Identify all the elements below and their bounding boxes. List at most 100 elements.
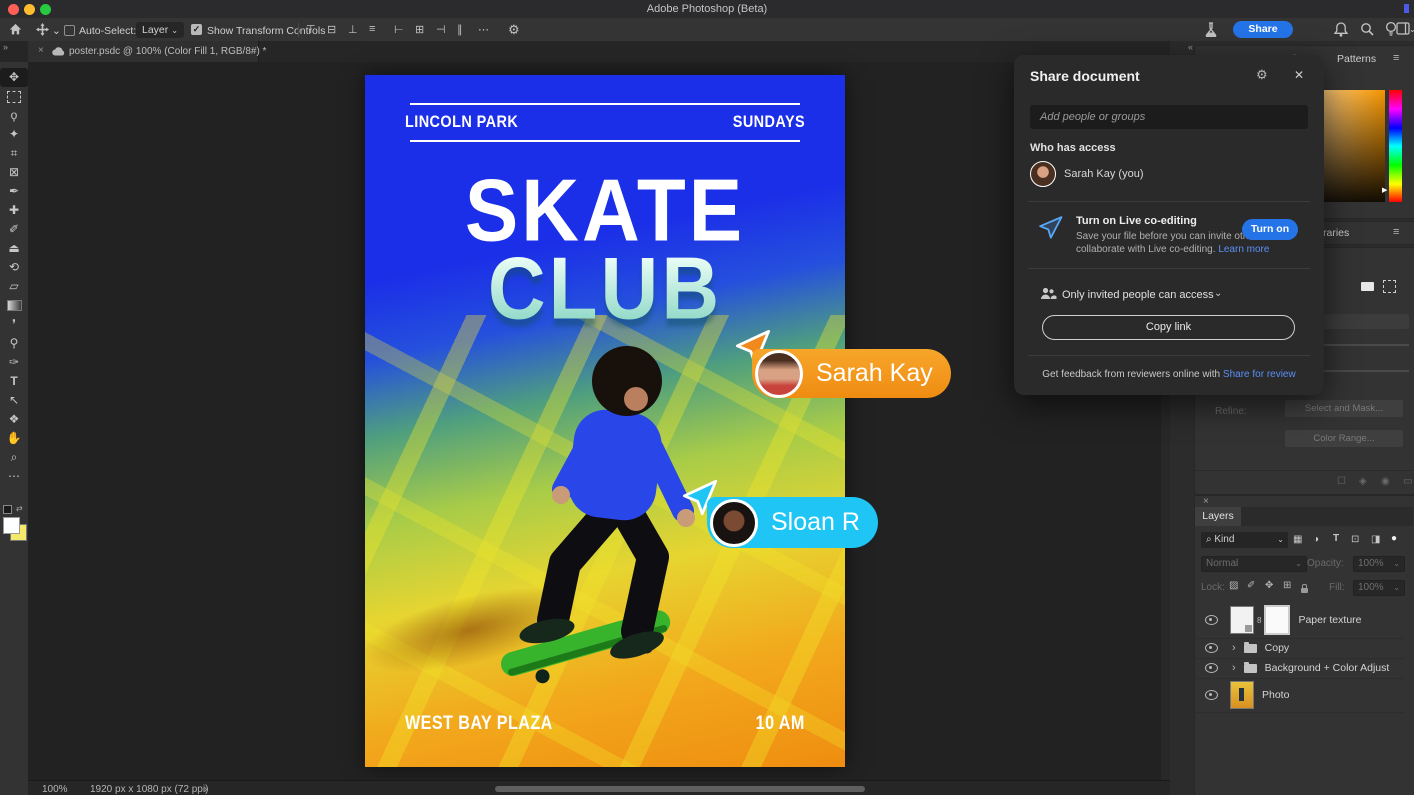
align-top-edges-icon[interactable]: ⊤ [306, 23, 316, 36]
mask-thumbnail[interactable] [1264, 605, 1291, 635]
layer-row-paper-texture[interactable]: 8 Paper texture [1195, 602, 1405, 639]
gradient-tool[interactable] [0, 296, 28, 315]
align-bottom-edges-icon[interactable]: ⊥ [348, 23, 358, 36]
group-chevron-icon[interactable]: › [1232, 642, 1236, 654]
gear-icon[interactable]: ⚙ [508, 22, 520, 38]
layer-thumbnail[interactable] [1230, 681, 1254, 709]
filter-toggle-icon[interactable]: ● [1391, 533, 1397, 544]
color-range-button[interactable]: Color Range... [1285, 430, 1403, 447]
copy-link-button[interactable]: Copy link [1042, 315, 1295, 340]
foreground-color-swatch[interactable] [3, 517, 20, 534]
spot-healing-brush-tool[interactable]: ✚ [0, 201, 28, 220]
show-transform-checkbox[interactable]: ✓ [191, 24, 202, 35]
filter-adjustment-layers-icon[interactable]: ◑ [1313, 534, 1319, 545]
dock-collapse-icon[interactable]: « [1188, 42, 1193, 52]
edit-toolbar-button[interactable]: ⋯ [0, 467, 28, 486]
share-settings-gear-icon[interactable]: ⚙ [1256, 67, 1268, 83]
add-people-input[interactable]: Add people or groups [1030, 105, 1308, 129]
history-brush-tool[interactable]: ⟲ [0, 258, 28, 277]
layer-row-copy-group[interactable]: › Copy [1195, 638, 1405, 659]
layer-thumbnail[interactable] [1230, 606, 1254, 634]
quick-selection-tool[interactable]: ✦ [0, 125, 28, 144]
eyedropper-tool[interactable]: ✒ [0, 182, 28, 201]
path-selection-tool[interactable]: ↖ [0, 391, 28, 410]
blur-tool[interactable]: ❜ [0, 315, 28, 334]
document-tab[interactable]: × poster.psdc @ 100% (Color Fill 1, RGB/… [28, 41, 266, 62]
mask-visibility-icon[interactable]: ◉ [1381, 476, 1390, 487]
fill-field[interactable]: 100% ⌄ [1353, 580, 1405, 596]
distribute-left-edges-icon[interactable]: ⊢ [394, 23, 404, 36]
home-icon[interactable] [9, 23, 22, 36]
swap-colors-icon[interactable]: ⇄ [16, 504, 23, 513]
layer-filter-dropdown[interactable]: ⌕ Kind ⌄ [1201, 532, 1288, 548]
tab-close-icon[interactable]: × [38, 45, 44, 56]
opacity-field[interactable]: 100% ⌄ [1353, 556, 1405, 572]
layers-tab[interactable]: Layers [1195, 507, 1241, 526]
distribute-right-edges-icon[interactable]: ⊣ [436, 23, 446, 36]
access-chevron-icon[interactable]: ⌄ [1214, 288, 1222, 299]
sarah-collaborator-tag[interactable]: Sarah Kay [752, 349, 951, 398]
align-edges-icon[interactable]: ≡ [369, 23, 375, 35]
beaker-icon[interactable] [1204, 22, 1218, 37]
move-tool[interactable]: ✥ [0, 68, 28, 87]
type-tool[interactable]: T [0, 372, 28, 391]
zoom-level-field[interactable]: 100% [42, 784, 68, 795]
poster-document[interactable]: LINCOLN PARK SUNDAYS SKATE CLUB WEST BAY… [365, 75, 845, 767]
pen-tool[interactable]: ✑ [0, 353, 28, 372]
lock-all-icon[interactable] [1301, 580, 1308, 598]
lock-pixels-icon[interactable]: ✐ [1247, 580, 1255, 591]
dialog-close-icon[interactable]: ✕ [1294, 68, 1304, 82]
tab-patterns[interactable]: Patterns [1337, 53, 1376, 65]
workspace-icon[interactable] [1396, 22, 1410, 35]
visibility-eye-icon[interactable] [1205, 663, 1218, 673]
distribute-gaps-icon[interactable]: ∥ [457, 23, 463, 36]
eraser-tool[interactable]: ▱ [0, 277, 28, 296]
share-for-review-link[interactable]: Share for review [1223, 369, 1296, 380]
blend-mode-dropdown[interactable]: Normal ⌄ [1201, 556, 1307, 572]
layer-row-photo[interactable]: Photo [1195, 678, 1405, 713]
filter-shape-layers-icon[interactable]: ⊡ [1351, 534, 1359, 545]
apply-mask-icon[interactable]: ◈ [1359, 476, 1367, 487]
layers-panel-close-icon[interactable]: × [1203, 496, 1209, 507]
more-options-icon[interactable]: ⋯ [478, 23, 489, 36]
turn-on-button[interactable]: Turn on [1242, 219, 1298, 240]
delete-mask-icon[interactable]: ▭ [1403, 476, 1412, 487]
filter-smart-objects-icon[interactable]: ◨ [1371, 534, 1380, 545]
rectangular-marquee-tool[interactable] [0, 87, 28, 106]
brush-tool[interactable]: ✐ [0, 220, 28, 239]
move-tool-chevron-icon[interactable]: ⌄ [52, 25, 61, 37]
status-chevron-icon[interactable]: › [204, 784, 207, 795]
hand-tool[interactable]: ✋ [0, 429, 28, 448]
frame-tool[interactable]: ⊠ [0, 163, 28, 182]
lock-position-icon[interactable]: ✥ [1265, 580, 1273, 591]
visibility-eye-icon[interactable] [1205, 643, 1218, 653]
distribute-horizontal-centers-icon[interactable]: ⊞ [415, 23, 424, 36]
libraries-menu-icon[interactable]: ≡ [1393, 226, 1399, 238]
crop-tool[interactable]: ⌗ [0, 144, 28, 163]
access-setting-label[interactable]: Only invited people can access [1062, 289, 1214, 301]
vector-mask-icon[interactable] [1383, 280, 1396, 293]
horizontal-scrollbar-thumb[interactable] [495, 786, 865, 792]
search-icon[interactable] [1360, 22, 1374, 36]
bell-icon[interactable] [1334, 22, 1348, 37]
dodge-tool[interactable]: ⚲ [0, 334, 28, 353]
zoom-tool[interactable]: ⌕ [0, 448, 28, 467]
load-selection-icon[interactable]: ☐ [1337, 476, 1346, 487]
group-chevron-icon[interactable]: › [1232, 662, 1236, 674]
filter-type-layers-icon[interactable]: T [1333, 533, 1339, 544]
clone-stamp-tool[interactable]: ⏏ [0, 239, 28, 258]
hue-slider[interactable] [1389, 90, 1402, 202]
shape-tool[interactable]: ❖ [0, 410, 28, 429]
share-button[interactable]: Share [1233, 21, 1293, 38]
auto-select-checkbox[interactable] [64, 25, 75, 36]
lasso-tool[interactable]: ϙ [0, 106, 28, 125]
select-and-mask-button[interactable]: Select and Mask... [1285, 400, 1403, 417]
learn-more-link[interactable]: Learn more [1218, 244, 1269, 255]
visibility-eye-icon[interactable] [1205, 615, 1218, 625]
lock-transparency-icon[interactable]: ▨ [1229, 580, 1238, 591]
toolbar-collapse-icon[interactable]: » [3, 42, 8, 52]
panel-menu-icon[interactable]: ≡ [1393, 52, 1399, 64]
layer-mask-icon[interactable] [1361, 282, 1374, 291]
visibility-eye-icon[interactable] [1205, 690, 1218, 700]
lock-artboard-icon[interactable]: ⊞ [1283, 580, 1291, 591]
